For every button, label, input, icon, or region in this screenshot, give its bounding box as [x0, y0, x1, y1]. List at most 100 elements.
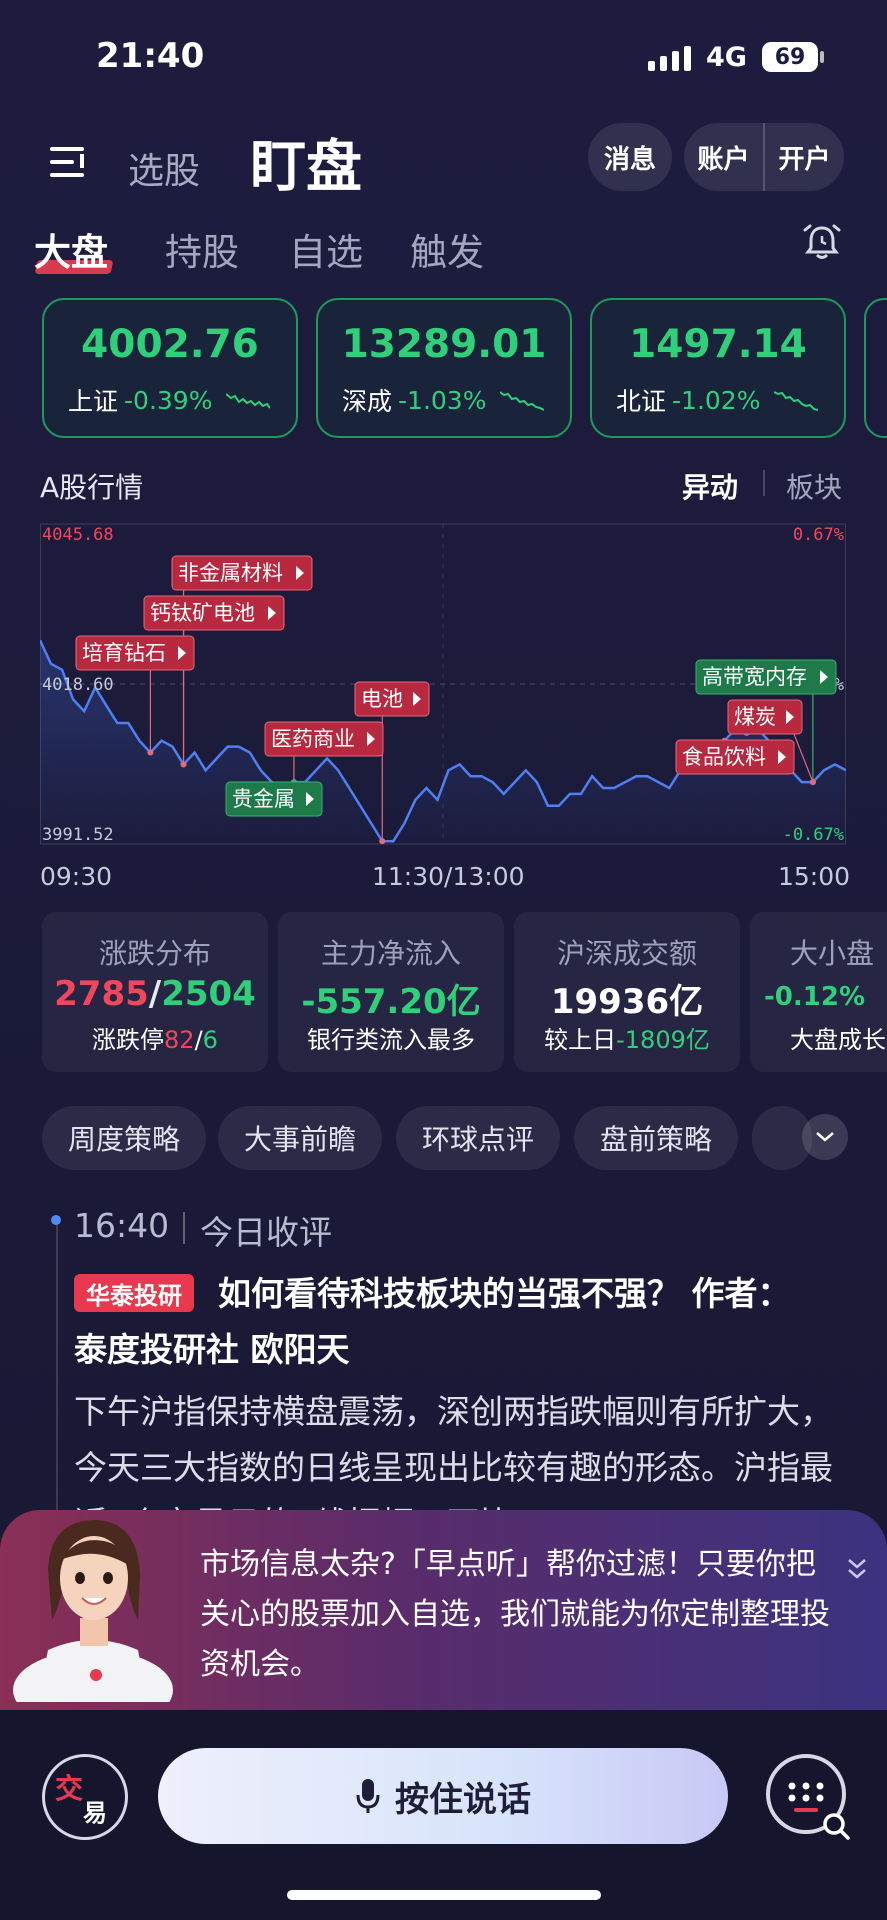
annotation-label: 煤炭: [734, 705, 776, 729]
stat-card-breadth[interactable]: 涨跌分布 2785/2504 涨跌停82/6: [42, 912, 268, 1072]
annotation-dot: [180, 761, 187, 768]
battery-tip: [820, 51, 824, 63]
signal-icon: [648, 46, 691, 71]
x-tick-label: 15:00: [778, 862, 851, 891]
x-tick-label: 11:30/13:00: [372, 862, 525, 891]
index-card-next[interactable]: [864, 298, 887, 438]
chevron-down-icon[interactable]: [802, 1114, 848, 1160]
tab-watchlist[interactable]: 自选: [289, 222, 363, 276]
stat-value: -557.20亿: [301, 982, 481, 1022]
index-card-shanghai[interactable]: 4002.76 上证 -0.39%: [42, 298, 298, 438]
network-label: 4G: [706, 42, 747, 73]
limit-label: 涨跌停: [92, 1026, 165, 1054]
sparkline: [500, 391, 545, 411]
index-change: -1.03%: [398, 385, 487, 415]
annotation-leader: [793, 733, 814, 783]
index-change: -0.39%: [124, 385, 213, 415]
keyboard-search-icon[interactable]: [764, 1752, 854, 1842]
account-button[interactable]: 账户: [684, 139, 763, 176]
index-card-shenzhen[interactable]: 13289.01 深成 -1.03%: [316, 298, 572, 438]
divider: [763, 470, 765, 496]
stat-sub: 较上日-1809亿: [514, 1020, 740, 1055]
stat-sub: 涨跌停82/6: [92, 1026, 218, 1054]
limit-down: 6: [202, 1026, 218, 1054]
index-value: 1497.14: [629, 322, 807, 367]
source-badge: 华泰投研: [74, 1274, 194, 1312]
compare-label: 较上日: [544, 1026, 617, 1054]
hold-to-talk-button[interactable]: 按住说话: [158, 1748, 728, 1844]
tab-holdings[interactable]: 持股: [165, 222, 239, 276]
annotation-dot: [379, 838, 386, 845]
advancers: 2785: [54, 974, 149, 1014]
annotation-label: 高带宽内存: [702, 665, 807, 689]
sparkline: [774, 391, 819, 411]
timeline-dot: [51, 1215, 61, 1225]
tab-movement[interactable]: 异动: [682, 466, 738, 506]
timeline-line: [56, 1222, 58, 1512]
stat-sub: 大盘成长: [790, 1026, 886, 1054]
trade-label-a: 交: [55, 1772, 84, 1805]
stat-title: 主力净流入: [320, 937, 461, 970]
tab-market[interactable]: 大盘: [34, 222, 108, 276]
feed-time: 16:40: [74, 1206, 170, 1245]
annotation-label: 电池: [361, 687, 403, 711]
nav-stock-picker[interactable]: 选股: [128, 142, 200, 194]
stat-value: 2785/2504: [42, 974, 268, 1014]
tab-triggers[interactable]: 触发: [410, 222, 484, 276]
intraday-chart[interactable]: 4045.684018.603991.520.67%0.00%-0.67%非金属…: [40, 512, 846, 857]
open-account-button[interactable]: 开户: [765, 139, 844, 176]
y-tick-label: -0.67%: [783, 825, 844, 845]
assistant-message: 市场信息太杂?「早点听」帮你过滤！只要你把关心的股票加入自选，我们就能为你定制整…: [200, 1547, 830, 1682]
annotation-dot: [809, 779, 816, 786]
index-card-beijing[interactable]: 1497.14 北证 -1.02%: [590, 298, 846, 438]
market-title: A股行情: [40, 471, 144, 504]
index-name: 北证: [616, 387, 667, 416]
annotation-label: 培育钻石: [82, 641, 166, 665]
menu-icon[interactable]: [50, 145, 90, 179]
index-name: 上证: [68, 387, 119, 416]
annotation-label: 医药商业: [271, 727, 355, 751]
chip-event-preview[interactable]: 大事前瞻: [218, 1106, 382, 1170]
microphone-icon: [356, 1779, 380, 1813]
y-tick-label: 4045.68: [42, 525, 114, 545]
chip-premarket-strategy[interactable]: 盘前策略: [574, 1106, 738, 1170]
annotation-label: 钙钛矿电池: [150, 601, 255, 625]
tab-sector[interactable]: 板块: [786, 466, 842, 506]
sparkline: [226, 393, 271, 409]
trade-label-b: 易: [83, 1799, 107, 1827]
alarm-icon[interactable]: [800, 220, 844, 264]
stat-value: -0.12%: [764, 982, 865, 1012]
index-value: 4002.76: [81, 322, 259, 367]
stat-value: 19936亿: [550, 982, 704, 1022]
index-change: -1.02%: [672, 385, 761, 415]
trade-button[interactable]: 交 易: [42, 1754, 128, 1840]
stat-sub: 银行类流入最多: [307, 1026, 475, 1054]
nav-market-watch[interactable]: 盯盘: [250, 122, 362, 203]
annotation-dot: [147, 749, 154, 756]
divider: [183, 1212, 185, 1244]
compare-value: -1809亿: [616, 1026, 710, 1054]
decliners: 2504: [161, 974, 256, 1014]
index-value: 13289.01: [341, 322, 547, 367]
home-indicator: [287, 1890, 601, 1900]
annotation-label: 食品饮料: [682, 745, 766, 769]
index-name: 深成: [342, 387, 393, 416]
stat-card-turnover[interactable]: 沪深成交额 19936亿 较上日-1809亿: [514, 912, 740, 1072]
y-tick-label: 0.67%: [793, 525, 844, 545]
stat-card-netflow[interactable]: 主力净流入 -557.20亿 银行类流入最多: [278, 912, 504, 1072]
y-tick-label: 4018.60: [42, 675, 114, 695]
collapse-icon[interactable]: [846, 1556, 868, 1584]
messages-button[interactable]: 消息: [588, 123, 672, 191]
limit-up: 82: [164, 1026, 195, 1054]
stat-title: 涨跌分布: [98, 937, 211, 970]
voice-label: 按住说话: [395, 1779, 531, 1820]
chip-global-review[interactable]: 环球点评: [396, 1106, 560, 1170]
annotation-label: 非金属材料: [178, 561, 283, 585]
assistant-avatar: [13, 1520, 173, 1702]
feed-category: 今日收评: [200, 1213, 332, 1252]
chip-weekly-strategy[interactable]: 周度策略: [42, 1106, 206, 1170]
y-tick-label: 3991.52: [42, 825, 114, 845]
x-tick-label: 09:30: [40, 862, 113, 891]
stat-title: 大小盘: [790, 937, 875, 970]
stat-card-cap-style[interactable]: 大小盘 -0.12% 大盘成长: [750, 912, 887, 1072]
